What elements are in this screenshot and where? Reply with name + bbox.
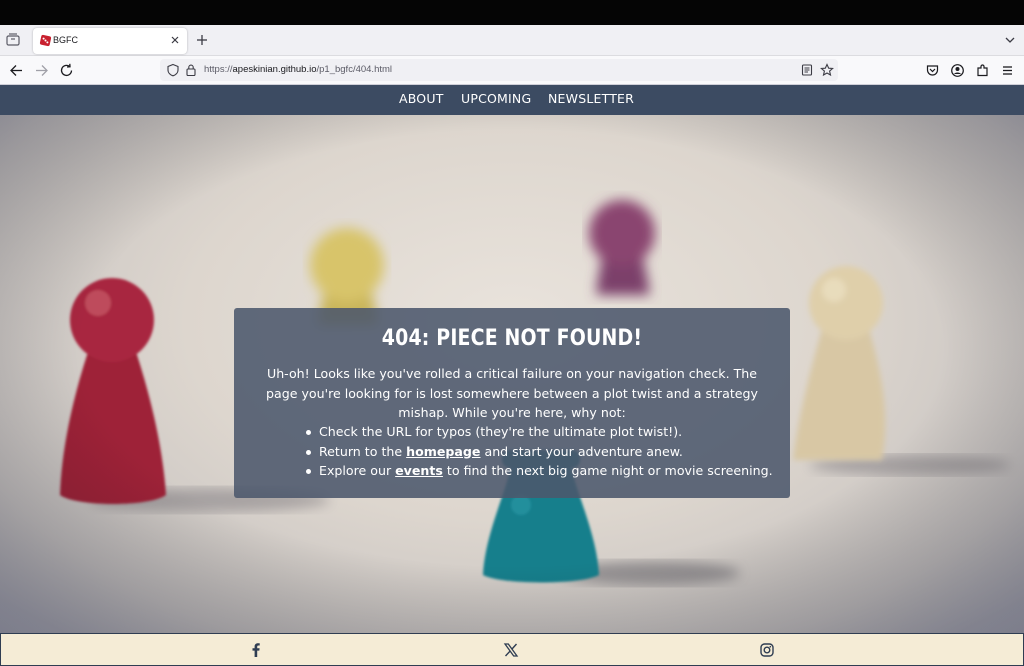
facebook-icon[interactable]	[248, 642, 264, 658]
back-arrow-icon[interactable]	[9, 63, 24, 78]
url-text: https://apeskinian.github.io/p1_bgfc/404…	[204, 64, 393, 75]
error-card: 404: PIECE NOT FOUND! Uh-oh! Looks like …	[234, 308, 790, 498]
reader-view-icon[interactable]	[800, 63, 814, 77]
suggestion-list: Check the URL for typos (they're the ult…	[304, 422, 774, 481]
site-footer	[0, 633, 1024, 666]
events-link[interactable]: events	[395, 463, 443, 478]
os-top-bar	[0, 0, 1024, 25]
nav-link-about[interactable]: ABOUT	[399, 91, 444, 106]
lock-icon[interactable]	[184, 63, 198, 77]
browser-tab[interactable]: BGFC	[33, 28, 187, 54]
chevron-down-icon[interactable]	[1004, 35, 1016, 45]
new-tab-icon[interactable]	[195, 33, 209, 47]
list-item: Return to the homepage and start your ad…	[304, 442, 774, 462]
hero-background: 404: PIECE NOT FOUND! Uh-oh! Looks like …	[0, 115, 1024, 633]
site-navigation: ABOUT UPCOMING NEWSLETTER	[0, 85, 1024, 115]
pocket-icon[interactable]	[925, 63, 940, 78]
extensions-icon[interactable]	[975, 63, 990, 78]
tab-title: BGFC	[53, 35, 79, 45]
bookmark-star-icon[interactable]	[820, 63, 834, 77]
list-item: Check the URL for typos (they're the ult…	[304, 422, 774, 442]
browser-tab-strip: BGFC	[0, 25, 1024, 56]
list-item: Explore our events to find the next big …	[304, 461, 774, 481]
nav-link-newsletter[interactable]: NEWSLETTER	[548, 91, 634, 106]
forward-arrow-icon[interactable]	[34, 63, 49, 78]
shield-icon[interactable]	[166, 63, 180, 77]
page-viewport: ABOUT UPCOMING NEWSLETTER 404: PIECE NOT…	[0, 85, 1024, 666]
account-icon[interactable]	[950, 63, 965, 78]
instagram-icon[interactable]	[759, 642, 775, 658]
menu-icon[interactable]	[1000, 63, 1015, 78]
error-message: Uh-oh! Looks like you've rolled a critic…	[266, 366, 758, 420]
nav-link-upcoming[interactable]: UPCOMING	[461, 91, 531, 106]
x-icon[interactable]	[503, 642, 519, 658]
reload-icon[interactable]	[59, 63, 74, 78]
browser-toolbar: https://apeskinian.github.io/p1_bgfc/404…	[0, 56, 1024, 85]
homepage-link[interactable]: homepage	[406, 444, 480, 459]
address-bar[interactable]: https://apeskinian.github.io/p1_bgfc/404…	[160, 59, 838, 81]
tab-list-icon[interactable]	[6, 33, 20, 46]
dice-favicon-icon	[39, 34, 52, 47]
close-tab-icon[interactable]	[169, 34, 181, 46]
error-title: 404: PIECE NOT FOUND!	[381, 326, 643, 351]
